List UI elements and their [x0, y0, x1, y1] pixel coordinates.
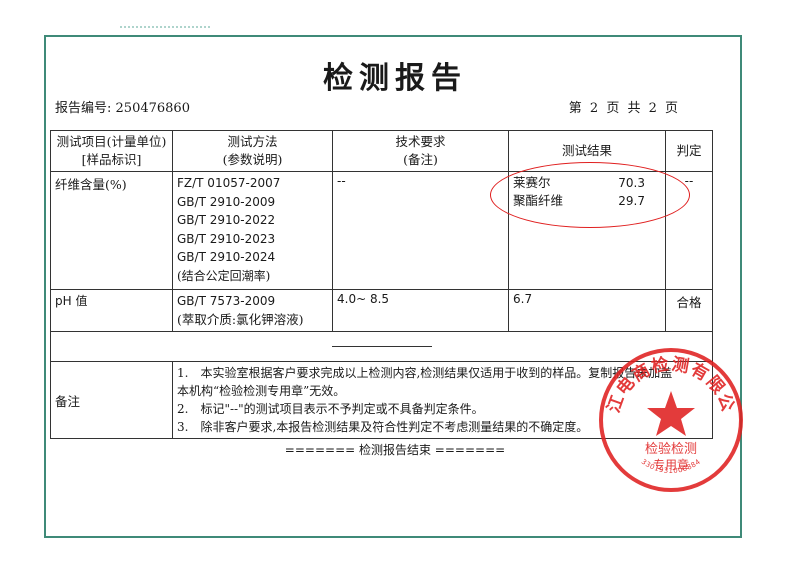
- ph-methods: GB/T 7573-2009 (萃取介质:氯化钾溶液): [172, 289, 333, 332]
- fiber-item: 纤维含量(%): [50, 171, 173, 290]
- remarks-label: 备注: [50, 361, 173, 439]
- seal-star-icon: [647, 391, 695, 436]
- fiber-methods: FZ/T 01057-2007 GB/T 2910-2009 GB/T 2910…: [172, 171, 333, 290]
- ph-item: pH 值: [50, 289, 173, 332]
- header-requirement: 技术要求 (备注): [332, 130, 509, 172]
- result-highlight-ellipse: [490, 162, 690, 228]
- ph-result: 6.7: [508, 289, 666, 332]
- separator-line: [331, 346, 432, 347]
- fiber-requirement: --: [332, 171, 509, 290]
- report-title: 检测报告: [323, 61, 467, 96]
- header-verdict: 判定: [665, 130, 713, 172]
- header-method: 测试方法 (参数说明): [172, 130, 333, 172]
- header-item: 测试项目(计量单位) [样品标识]: [50, 130, 173, 172]
- table-row-ph: pH 值 GB/T 7573-2009 (萃取介质:氯化钾溶液) 4.0~ 8.…: [50, 289, 713, 332]
- ph-verdict: 合格: [665, 289, 713, 332]
- seal-line1: 检验检测: [645, 441, 697, 457]
- report-number: 报告编号: 250476860: [55, 97, 190, 116]
- report-number-value: 250476860: [115, 101, 190, 116]
- report-number-label: 报告编号:: [55, 101, 112, 116]
- page-info: 第 2 页 共 2 页: [568, 101, 678, 116]
- official-seal: 浙江电商检测有限公司 检验检测 专用章 3301931000884: [596, 345, 743, 492]
- ph-requirement: 4.0~ 8.5: [332, 289, 509, 332]
